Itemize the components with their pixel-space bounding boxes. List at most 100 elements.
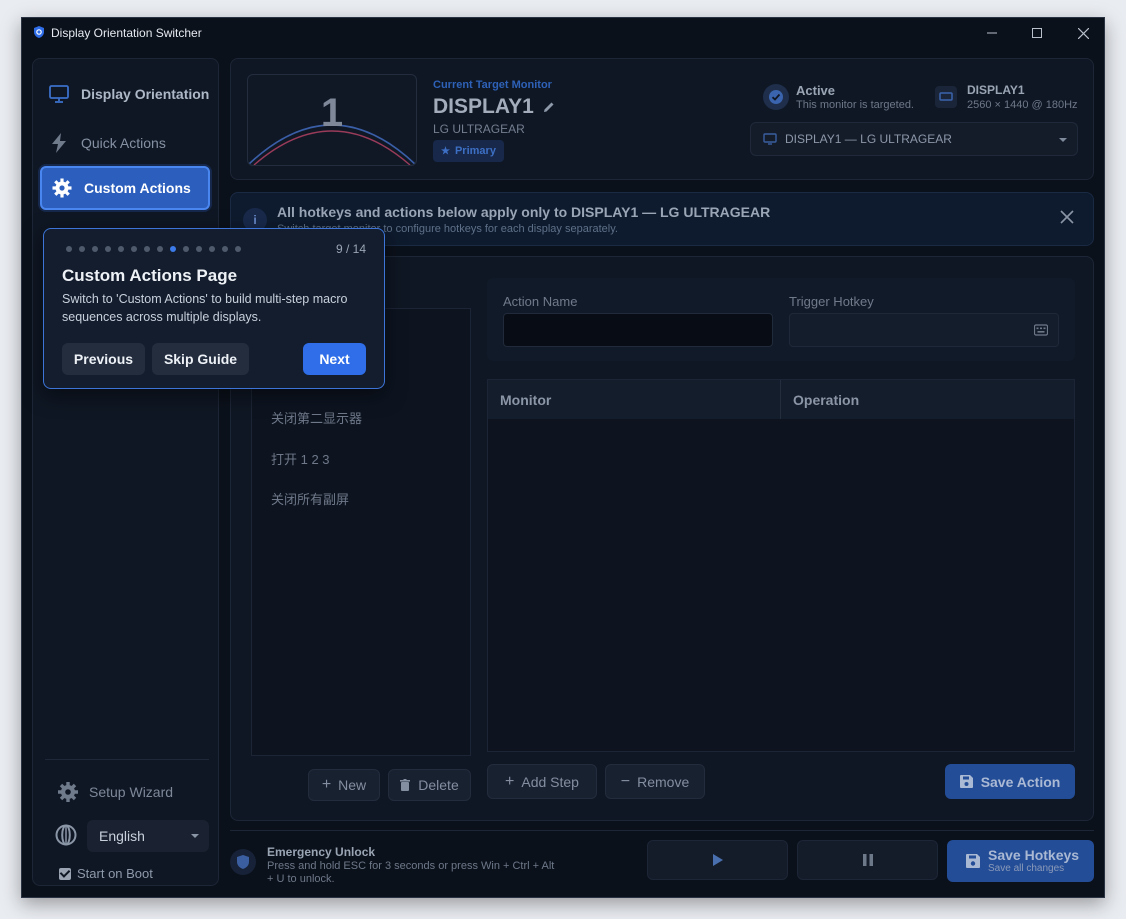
sidebar-item-label: Custom Actions [84,180,191,196]
column-header-operation: Operation [793,392,860,408]
list-item[interactable]: 关闭第二显示器 [271,408,362,427]
new-action-button[interactable]: + New [308,769,380,801]
current-target-name: DISPLAY1 [433,95,556,119]
maximize-icon [1032,28,1042,38]
banner-title: All hotkeys and actions below apply only… [277,204,771,220]
add-step-button[interactable]: + Add Step [487,764,597,799]
table-header: Monitor Operation [488,380,1074,419]
bottom-bar: Emergency Unlock Press and hold ESC for … [230,830,1094,887]
monitor-select-dropdown[interactable]: DISPLAY1 — LG ULTRAGEAR [750,122,1078,156]
star-icon: ★ [441,145,450,157]
tour-step-count: 9 / 14 [335,242,366,256]
maximize-button[interactable] [1014,18,1060,48]
primary-badge-label: Primary [454,145,496,157]
pencil-icon[interactable] [542,100,556,114]
language-globe-icon [55,824,77,846]
app-shield-icon [34,26,44,38]
trigger-hotkey-label: Trigger Hotkey [789,294,874,309]
action-name-input[interactable] [503,313,773,347]
keyboard-icon [1034,324,1048,336]
setup-wizard-label: Setup Wizard [89,784,174,800]
save-disk-icon [959,775,973,788]
save-hotkeys-button[interactable]: Save Hotkeys Save all changes [947,840,1094,882]
tour-skip-button[interactable]: Skip Guide [152,343,249,375]
primary-badge: ★ Primary [433,140,504,162]
lightning-icon [49,133,69,153]
steps-table: Monitor Operation [487,379,1075,752]
save-hotkeys-sublabel: Save all changes [988,862,1065,874]
tour-dot [66,246,72,252]
monitor-number: 1 [320,91,344,135]
monitor-icon [763,133,777,145]
monitor-name: DISPLAY1 [433,95,534,118]
new-action-label: New [338,777,367,793]
check-circle-icon [763,84,789,110]
language-value: English [99,828,145,844]
gear-icon [58,782,78,802]
tour-dot [144,246,150,252]
tour-dot [118,246,124,252]
pause-icon [862,854,873,866]
list-item[interactable]: 打开 1 2 3 [271,449,330,468]
close-window-button[interactable] [1060,18,1106,48]
status-subtitle: This monitor is targeted. [796,99,914,111]
tour-dot [79,246,85,252]
sidebar-item-quick-actions[interactable]: Quick Actions [39,120,211,166]
play-button[interactable] [647,840,788,880]
remove-step-label: Remove [637,773,690,790]
column-header-monitor: Monitor [500,392,552,408]
setup-wizard-button[interactable]: Setup Wizard [57,781,173,803]
app-window: Display Orientation Switcher Display Ori… [21,17,1105,898]
monitor-icon [49,84,69,104]
selected-monitor: DISPLAY1 — LG ULTRAGEAR [785,132,952,146]
plus-icon: + [505,772,515,790]
shield-icon [230,849,256,875]
minimize-icon [987,32,997,34]
tour-dot [131,246,137,252]
save-hotkeys-label: Save Hotkeys [988,846,1080,863]
display-icon [935,86,957,108]
delete-action-button[interactable]: Delete [388,769,471,801]
tour-dot [157,246,163,252]
tour-dot [209,246,215,252]
sidebar-item-display-orientation[interactable]: Display Orientation [39,71,211,117]
start-on-boot-checkbox[interactable]: Start on Boot [59,866,153,881]
minimize-button[interactable] [969,18,1015,48]
display-resolution: 2560 × 1440 @ 180Hz [967,99,1078,111]
tour-previous-button[interactable]: Previous [62,343,145,375]
action-form: Action Name Trigger Hotkey [487,278,1075,361]
save-hotkeys-text: Save Hotkeys Save all changes [988,846,1080,875]
target-monitor-card: 1 Current Target Monitor DISPLAY1 LG ULT… [230,58,1094,180]
close-icon [1077,27,1089,39]
add-step-label: Add Step [521,773,579,790]
sidebar-divider [45,759,209,760]
tour-description: Switch to 'Custom Actions' to build mult… [62,292,348,324]
tour-next-button[interactable]: Next [303,343,366,375]
tour-progress-dots [66,246,248,252]
emergency-unlock-title: Emergency Unlock [267,845,376,859]
tour-dot [183,246,189,252]
pause-button[interactable] [797,840,938,880]
close-icon[interactable] [1059,209,1075,225]
window-title: Display Orientation Switcher [51,26,202,40]
list-item[interactable]: 关闭所有副屏 [271,489,349,508]
tour-dot [105,246,111,252]
sidebar-item-custom-actions[interactable]: Custom Actions [40,166,210,210]
action-name-label: Action Name [503,294,578,309]
trigger-hotkey-input[interactable] [789,313,1059,347]
language-select[interactable]: English [87,820,209,852]
emergency-unlock-description: Press and hold ESC for 3 seconds or pres… [267,860,555,885]
tour-dot [196,246,202,252]
checkbox-checked-icon[interactable] [59,867,71,880]
remove-step-button[interactable]: − Remove [605,764,705,799]
monitor-preview[interactable]: 1 [247,74,417,166]
title-bar[interactable]: Display Orientation Switcher [22,18,1104,48]
sidebar: Display Orientation Quick Actions Custom… [32,58,219,886]
monitor-model: LG ULTRAGEAR [433,122,525,136]
play-icon [712,854,723,866]
status-title: Active [796,83,836,98]
guide-tour-popover: 9 / 14 Custom Actions Page Switch to 'Cu… [43,228,385,389]
start-on-boot-label: Start on Boot [77,866,153,881]
save-action-button[interactable]: Save Action [945,764,1075,799]
chevron-down-icon [1059,138,1067,142]
